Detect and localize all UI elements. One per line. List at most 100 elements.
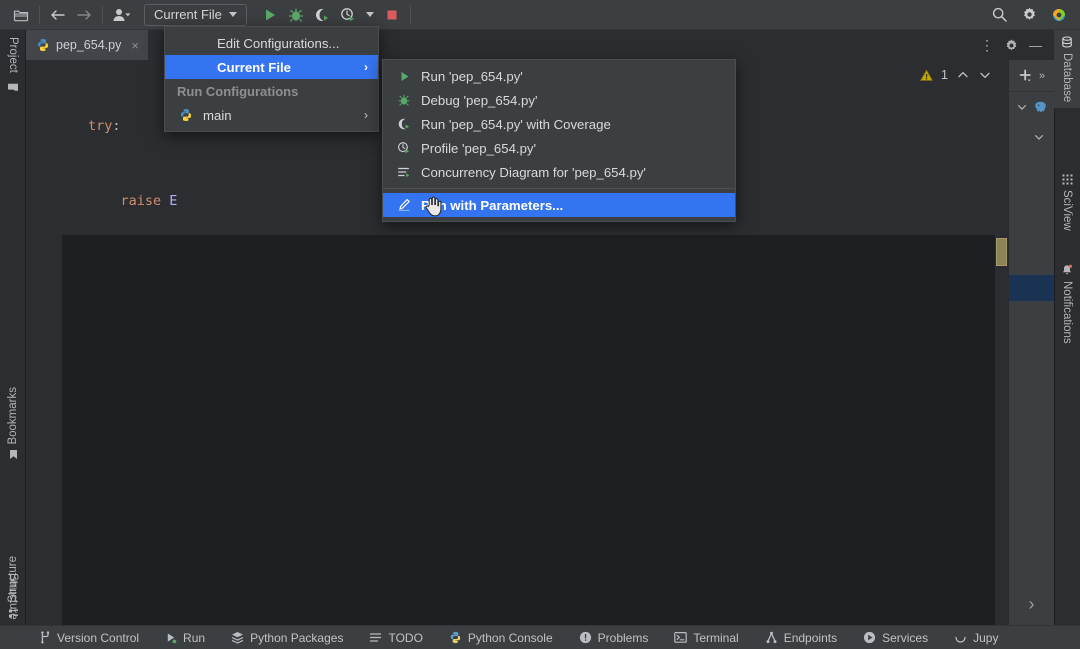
sidebar-item-notifications-label: Notifications bbox=[1061, 281, 1073, 344]
status-item-version-control-label: Version Control bbox=[57, 631, 139, 645]
chevron-down-icon-db2[interactable] bbox=[1033, 131, 1045, 143]
menu-item-current-file-label: Current File bbox=[217, 60, 291, 75]
python-icon bbox=[177, 107, 195, 123]
run-icon-status bbox=[165, 632, 177, 644]
menu-item-main[interactable]: main › bbox=[165, 103, 378, 127]
coverage-icon bbox=[395, 116, 413, 132]
coverage-button[interactable] bbox=[309, 3, 335, 27]
status-item-terminal-label: Terminal bbox=[693, 631, 738, 645]
status-item-endpoints[interactable]: Endpoints bbox=[752, 626, 850, 649]
sidebar-item-project[interactable]: Project bbox=[0, 32, 26, 99]
menu-item-edit-configurations[interactable]: Edit Configurations... bbox=[165, 31, 378, 55]
editor-tab-pep654[interactable]: pep_654.py × bbox=[26, 30, 148, 60]
right-tool-window-strip: Database SciView Notifications bbox=[1054, 30, 1080, 625]
run-button[interactable] bbox=[257, 3, 283, 27]
status-item-jupyter[interactable]: Jupy bbox=[941, 626, 1011, 649]
more-options-icon[interactable]: ⋮ bbox=[980, 37, 994, 54]
previous-problem-icon[interactable] bbox=[956, 68, 970, 82]
debug-button[interactable] bbox=[283, 3, 309, 27]
left-strip-bottom-group: Bookmarks Structure bbox=[0, 387, 26, 619]
folder-icon[interactable] bbox=[8, 3, 34, 27]
sidebar-item-structure-group[interactable]: Structure bbox=[7, 556, 19, 619]
gear-icon-editor[interactable] bbox=[1004, 38, 1019, 53]
menu-item-debug-file[interactable]: Debug 'pep_654.py' bbox=[383, 88, 735, 112]
database-selected-row[interactable] bbox=[1009, 275, 1054, 301]
error-stripe[interactable] bbox=[995, 60, 1009, 625]
status-item-run-label: Run bbox=[183, 631, 205, 645]
stop-button[interactable] bbox=[379, 3, 405, 27]
endpoints-icon bbox=[765, 631, 778, 644]
menu-item-run-with-coverage-label: Run 'pep_654.py' with Coverage bbox=[421, 117, 611, 132]
postgresql-elephant-icon bbox=[1033, 100, 1048, 115]
status-item-services[interactable]: Services bbox=[850, 626, 941, 649]
menu-item-profile-file[interactable]: Profile 'pep_654.py' bbox=[383, 136, 735, 160]
structure-icon bbox=[8, 608, 19, 619]
back-arrow-icon[interactable] bbox=[45, 3, 71, 27]
status-item-run[interactable]: Run bbox=[152, 626, 218, 649]
jupyter-icon bbox=[954, 631, 967, 644]
database-toolbar: » bbox=[1009, 60, 1054, 92]
status-item-todo-label: TODO bbox=[388, 631, 422, 645]
edit-pencil-icon bbox=[395, 197, 413, 213]
warning-triangle-icon bbox=[920, 69, 933, 82]
sidebar-item-notifications[interactable]: Notifications bbox=[1054, 258, 1080, 350]
ai-assistant-icon[interactable] bbox=[1046, 3, 1072, 27]
status-item-todo[interactable]: TODO bbox=[356, 626, 435, 649]
menu-item-concurrency-diagram[interactable]: Concurrency Diagram for 'pep_654.py' bbox=[383, 160, 735, 184]
sidebar-item-bookmarks-label: Bookmarks bbox=[7, 387, 19, 445]
menu-item-concurrency-diagram-label: Concurrency Diagram for 'pep_654.py' bbox=[421, 165, 646, 180]
grid-icon bbox=[1062, 174, 1073, 185]
more-run-actions-icon[interactable] bbox=[361, 3, 379, 27]
menu-item-run-with-parameters-label: Run with Parameters... bbox=[421, 198, 563, 213]
sidebar-item-sciview[interactable]: SciView bbox=[1054, 168, 1080, 237]
packages-icon bbox=[231, 631, 244, 644]
forward-arrow-icon[interactable] bbox=[71, 3, 97, 27]
status-item-python-packages[interactable]: Python Packages bbox=[218, 626, 356, 649]
minimize-icon[interactable]: — bbox=[1029, 38, 1042, 53]
close-icon[interactable]: × bbox=[131, 38, 139, 53]
run-icon bbox=[395, 68, 413, 84]
concurrency-icon bbox=[395, 164, 413, 180]
expand-database-icon[interactable]: » bbox=[1039, 70, 1045, 82]
database-icon bbox=[1061, 36, 1073, 48]
menu-item-current-file[interactable]: Current File › bbox=[165, 55, 378, 79]
status-item-jupyter-label: Jupy bbox=[973, 631, 998, 645]
list-icon bbox=[369, 631, 382, 644]
status-item-terminal[interactable]: Terminal bbox=[661, 626, 751, 649]
error-stripe-warning-marker[interactable] bbox=[996, 238, 1007, 266]
add-datasource-icon[interactable] bbox=[1018, 68, 1033, 83]
search-icon[interactable] bbox=[986, 3, 1012, 27]
editor-tab-actions: ⋮ — bbox=[980, 37, 1054, 54]
profile-button[interactable] bbox=[335, 3, 361, 27]
gear-icon[interactable] bbox=[1016, 3, 1042, 27]
status-item-python-console-label: Python Console bbox=[468, 631, 553, 645]
menu-item-run-with-coverage[interactable]: Run 'pep_654.py' with Coverage bbox=[383, 112, 735, 136]
menu-item-debug-file-label: Debug 'pep_654.py' bbox=[421, 93, 538, 108]
status-item-python-console[interactable]: Python Console bbox=[436, 626, 566, 649]
branch-icon bbox=[39, 631, 51, 644]
status-item-version-control[interactable]: Version Control bbox=[26, 626, 152, 649]
menu-item-run-file[interactable]: Run 'pep_654.py' bbox=[383, 64, 735, 88]
database-schema-row[interactable] bbox=[1009, 122, 1054, 152]
sidebar-item-structure-label-2: Structure bbox=[7, 556, 19, 603]
chevron-down-icon-db[interactable] bbox=[1016, 101, 1028, 113]
inspection-widget: 1 bbox=[920, 68, 992, 82]
menu-section-run-configurations: Run Configurations bbox=[165, 79, 378, 103]
sidebar-item-bookmarks-group[interactable]: Bookmarks bbox=[7, 387, 19, 461]
sidebar-item-database[interactable]: Database bbox=[1054, 30, 1080, 108]
editor-gutter[interactable] bbox=[26, 60, 62, 625]
expand-panel-chevron-icon[interactable]: › bbox=[1009, 583, 1054, 625]
folder-icon-small bbox=[7, 82, 19, 94]
bell-icon bbox=[1061, 264, 1073, 276]
left-tool-window-strip: Project Structure Bookmarks Structure bbox=[0, 30, 26, 625]
status-item-problems[interactable]: Problems bbox=[566, 626, 662, 649]
user-avatar-icon[interactable] bbox=[108, 3, 138, 27]
status-bar: Version Control Run Python Packages TODO… bbox=[0, 625, 1080, 649]
chevron-right-icon: › bbox=[364, 60, 368, 74]
menu-item-run-with-parameters[interactable]: Run with Parameters... bbox=[383, 193, 735, 217]
next-problem-icon[interactable] bbox=[978, 68, 992, 82]
run-configuration-selector[interactable]: Current File bbox=[144, 4, 247, 26]
database-datasource-row[interactable] bbox=[1009, 92, 1054, 122]
menu-item-run-file-label: Run 'pep_654.py' bbox=[421, 69, 523, 84]
sidebar-item-project-label: Project bbox=[7, 37, 19, 73]
